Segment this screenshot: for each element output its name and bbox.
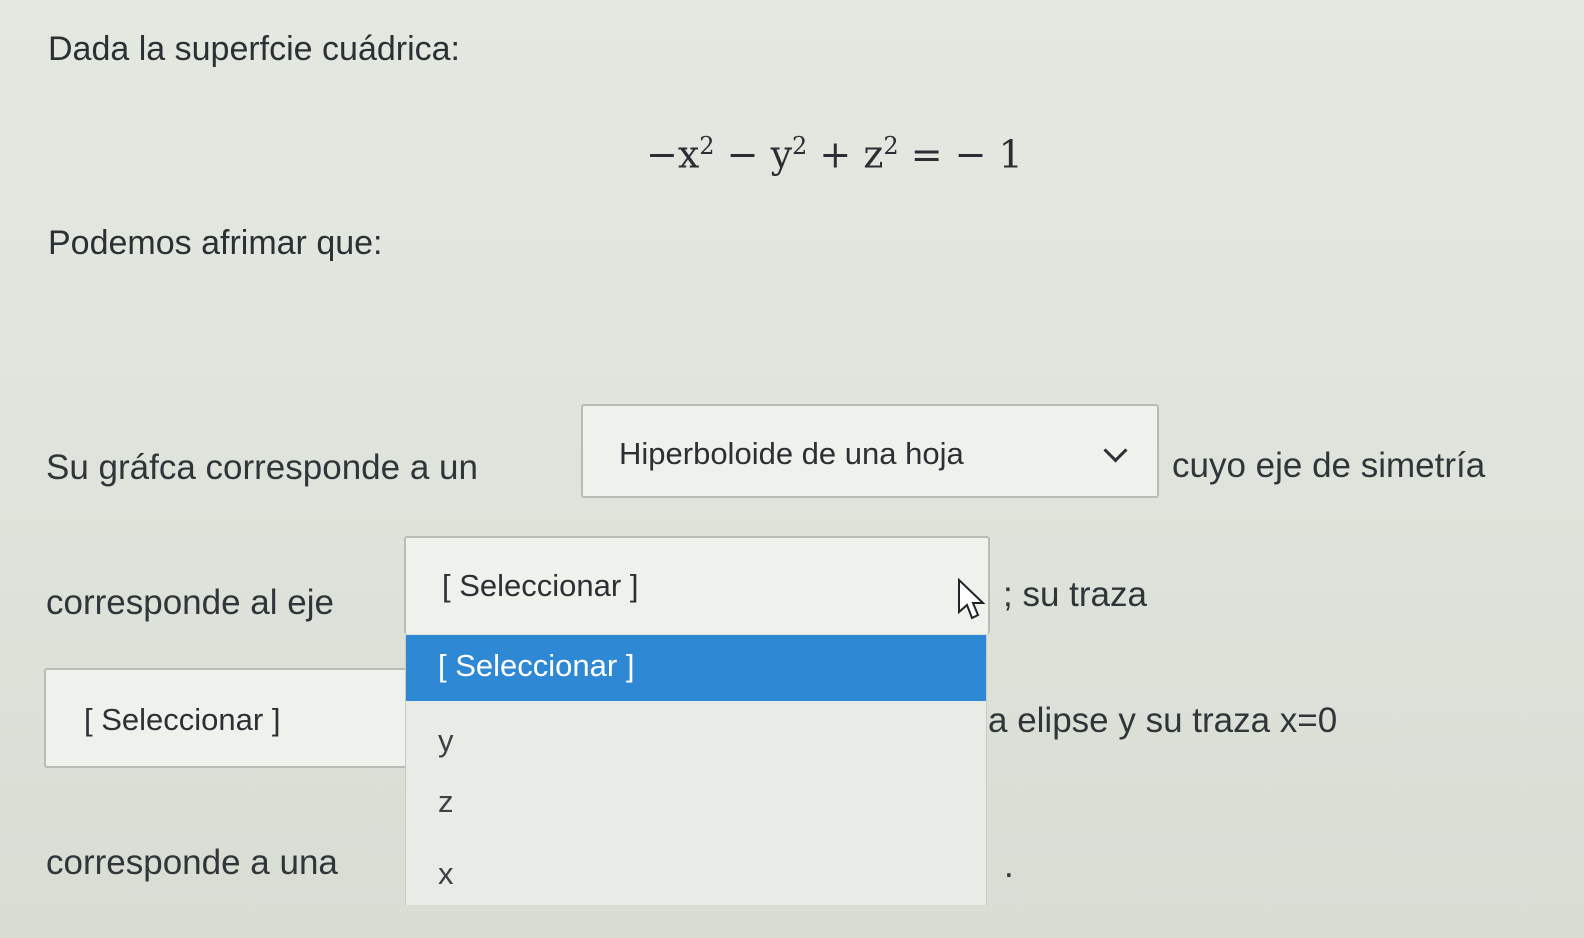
symmetry-axis-select[interactable]: [ Seleccionar ] — [404, 536, 990, 634]
equation-y-term: − y — [726, 132, 793, 177]
sentence-1-end: cuyo eje de simetría — [1172, 446, 1486, 485]
sentence-4-end: . — [1004, 846, 1014, 885]
sentence-1-start: Su gráfca corresponde a un — [46, 448, 478, 487]
trace-type-select[interactable]: [ Seleccionar ] — [44, 668, 412, 768]
equation-x-exponent: 2 — [699, 132, 715, 160]
dropdown-option-x[interactable]: x — [406, 856, 986, 892]
surface-type-select[interactable]: Hiperboloide de una hoja — [581, 404, 1159, 498]
equation-x-term: −x — [646, 132, 700, 177]
quiz-screen: Dada la superfcie cuádrica: −x2 − y2 + z… — [0, 0, 1584, 938]
equation-right-side: = − 1 — [910, 132, 1023, 177]
equation-z-exponent: 2 — [883, 132, 899, 160]
equation-z-term: + z — [819, 132, 884, 177]
dropdown-option-y[interactable]: y — [406, 723, 986, 759]
question-intro: Dada la superfcie cuádrica: — [48, 30, 461, 68]
quadric-equation: −x2 − y2 + z2 = − 1 — [646, 132, 1023, 177]
surface-type-value: Hiperboloide de una hoja — [619, 436, 964, 471]
mouse-pointer-icon — [958, 578, 985, 620]
axis-dropdown-menu: [ Seleccionar ] y z x — [405, 635, 987, 905]
dropdown-option-z[interactable]: z — [406, 784, 986, 820]
dropdown-option-seleccionar[interactable]: [ Seleccionar ] — [406, 635, 986, 701]
sentence-2-start: corresponde al eje — [46, 583, 334, 622]
trace-type-value: [ Seleccionar ] — [84, 702, 281, 737]
chevron-down-icon — [1103, 438, 1128, 463]
claim-label: Podemos afrimar que: — [48, 224, 383, 262]
symmetry-axis-value: [ Seleccionar ] — [442, 568, 639, 603]
sentence-2-end: ; su traza — [1003, 575, 1147, 614]
equation-y-exponent: 2 — [792, 132, 808, 160]
sentence-3-end: a elipse y su traza x=0 — [988, 701, 1338, 740]
sentence-4-start: corresponde a una — [46, 843, 338, 882]
